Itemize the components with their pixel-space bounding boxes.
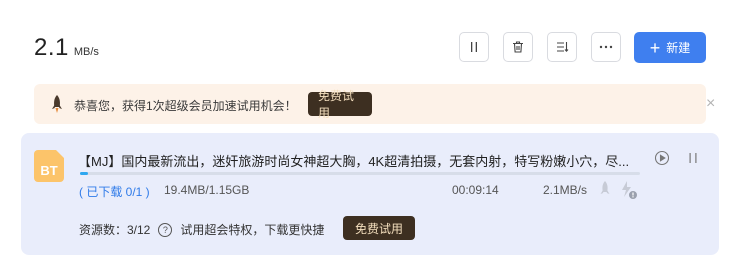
progress-bar bbox=[80, 172, 640, 175]
file-size: 19.4MB/1.15GB bbox=[164, 183, 250, 197]
bt-file-icon: BT bbox=[34, 150, 64, 182]
speed-unit: MB/s bbox=[73, 46, 99, 58]
task-title: 【MJ】国内最新流出，迷奸旅游时尚女神超大胸，4K超清拍摄，无套内射，特写粉嫩小… bbox=[78, 154, 630, 169]
task-speed: 2.1MB/s bbox=[543, 183, 588, 197]
accelerate-icon[interactable] bbox=[597, 180, 613, 198]
downloaded-status: ( 已下载 0/1 ) bbox=[79, 185, 150, 199]
speed-value: 2.1 bbox=[34, 34, 69, 61]
task-trial-button[interactable]: 免费试用 bbox=[343, 216, 415, 240]
promo-trial-button[interactable]: 免费试用 bbox=[308, 89, 372, 120]
close-icon[interactable]: × bbox=[706, 95, 715, 113]
download-task-card[interactable]: BT 【MJ】国内最新流出，迷奸旅游时尚女神超大胸，4K超清拍摄，无套内射，特写… bbox=[21, 133, 719, 255]
privilege-text: 试用超会特权，下载更快捷 bbox=[180, 223, 325, 237]
delete-button[interactable] bbox=[503, 32, 533, 62]
pause-all-button[interactable] bbox=[459, 32, 489, 62]
more-button[interactable] bbox=[591, 32, 621, 62]
progress-fill bbox=[80, 172, 89, 175]
rocket-icon bbox=[52, 95, 62, 113]
pause-task-icon[interactable] bbox=[687, 150, 699, 166]
resource-count: 资源数：3/12 bbox=[79, 223, 151, 237]
help-icon[interactable]: ? bbox=[158, 222, 173, 237]
pause-icon bbox=[471, 42, 477, 52]
new-task-button[interactable]: + 新建 bbox=[634, 32, 706, 63]
elapsed-time: 00:09:14 bbox=[452, 183, 499, 197]
new-task-label: 新建 bbox=[666, 41, 691, 55]
trash-icon bbox=[513, 41, 523, 53]
promo-text: 恭喜您，获得1次超级会员加速试用机会！ bbox=[74, 99, 297, 113]
download-speed: 2.1 MB/s bbox=[34, 34, 99, 62]
boost-icon[interactable] bbox=[619, 180, 639, 200]
sort-icon bbox=[557, 42, 569, 53]
promo-banner: 恭喜您，获得1次超级会员加速试用机会！ 免费试用 × bbox=[34, 84, 715, 124]
play-icon[interactable] bbox=[654, 150, 670, 166]
resource-row: 资源数：3/12 ? 试用超会特权，下载更快捷 bbox=[79, 221, 324, 238]
plus-icon: + bbox=[649, 37, 661, 58]
sort-button[interactable] bbox=[547, 32, 577, 62]
more-icon bbox=[599, 45, 613, 49]
